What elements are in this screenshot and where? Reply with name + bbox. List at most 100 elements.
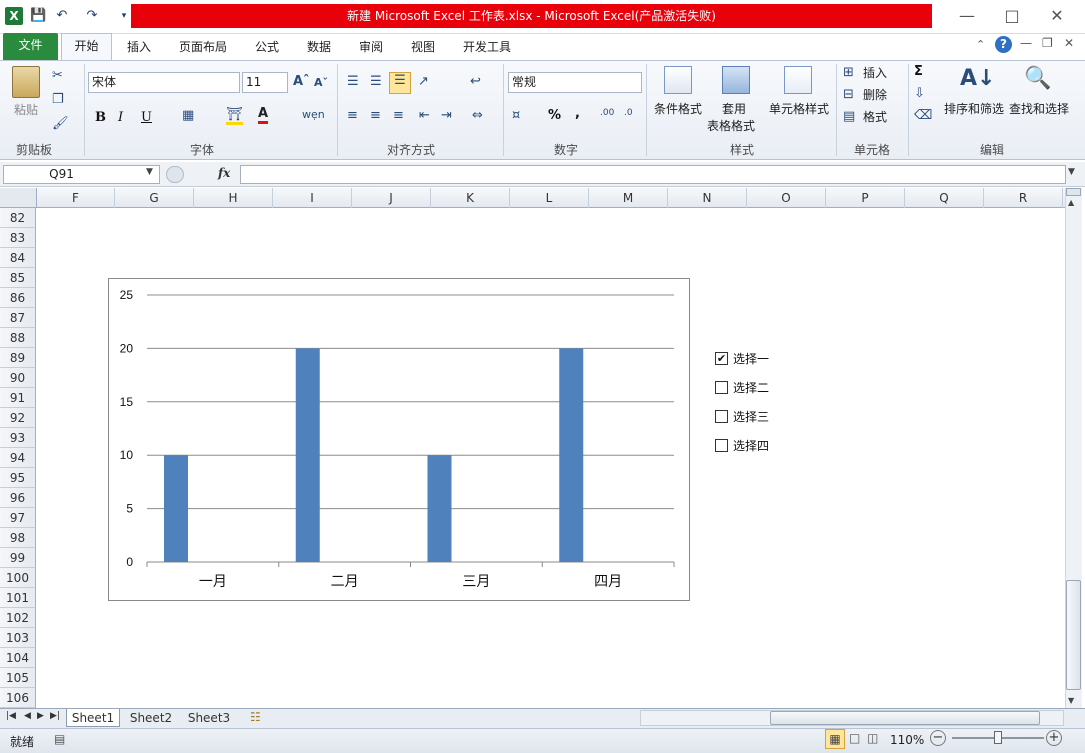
merge-center-icon[interactable]: ⇔	[472, 108, 483, 123]
formula-input[interactable]	[240, 165, 1066, 184]
clear-icon[interactable]: ⌫	[914, 108, 932, 123]
sheet-tab-sheet1[interactable]: Sheet1	[66, 709, 120, 727]
select-all-corner[interactable]	[0, 188, 37, 208]
checkbox-empty-icon[interactable]	[715, 438, 728, 452]
row-header[interactable]: 100	[0, 568, 36, 588]
row-header[interactable]: 96	[0, 488, 36, 508]
checkbox-option-1[interactable]: ✔ 选择一	[715, 350, 769, 366]
percent-button[interactable]: %	[548, 108, 561, 123]
tab-file[interactable]: 文件	[3, 33, 58, 60]
formula-splitter[interactable]	[166, 166, 184, 183]
column-header[interactable]: J	[352, 188, 431, 208]
save-icon[interactable]: 💾	[30, 8, 46, 24]
wrap-text-icon[interactable]: ↩	[470, 74, 481, 89]
redo-icon[interactable]: ↷	[84, 8, 100, 24]
conditional-format-icon[interactable]	[664, 66, 692, 94]
row-header[interactable]: 88	[0, 328, 36, 348]
tab-view[interactable]: 视图	[402, 36, 444, 60]
tab-formulas[interactable]: 公式	[246, 36, 288, 60]
sheet-nav-next-icon[interactable]: ▶	[37, 711, 44, 721]
insert-cells-button[interactable]: 插入	[863, 64, 887, 81]
row-header[interactable]: 97	[0, 508, 36, 528]
zoom-out-icon[interactable]: −	[930, 730, 946, 746]
sheet-nav-first-icon[interactable]: |◀	[6, 711, 16, 721]
row-header[interactable]: 106	[0, 688, 36, 708]
column-header[interactable]: H	[194, 188, 273, 208]
border-icon[interactable]: ▦	[182, 108, 194, 123]
orientation-icon[interactable]: ↗	[418, 74, 429, 89]
row-header[interactable]: 89	[0, 348, 36, 368]
underline-button[interactable]: U	[141, 110, 152, 125]
doc-restore-icon[interactable]: ❐	[1042, 36, 1053, 50]
row-header[interactable]: 85	[0, 268, 36, 288]
insert-cells-icon[interactable]: ⊞	[843, 65, 854, 80]
tab-developer[interactable]: 开发工具	[454, 36, 520, 60]
column-header[interactable]: R	[984, 188, 1063, 208]
cut-icon[interactable]: ✂	[52, 68, 63, 83]
copy-icon[interactable]: ❐	[52, 92, 64, 107]
page-break-view-icon[interactable]: ◫	[867, 731, 878, 745]
row-header[interactable]: 83	[0, 228, 36, 248]
excel-logo-icon[interactable]: X	[5, 7, 23, 25]
tab-data[interactable]: 数据	[298, 36, 340, 60]
conditional-format-button[interactable]: 条件格式	[654, 100, 702, 117]
customize-qat-icon[interactable]: ▾	[116, 8, 132, 24]
column-header[interactable]: Q	[905, 188, 984, 208]
sheet-nav-last-icon[interactable]: ▶|	[50, 711, 60, 721]
row-header[interactable]: 84	[0, 248, 36, 268]
align-top-icon[interactable]: ☰	[347, 74, 359, 89]
format-table-icon[interactable]	[722, 66, 750, 94]
zoom-slider-thumb[interactable]	[994, 731, 1002, 744]
row-header[interactable]: 95	[0, 468, 36, 488]
delete-cells-icon[interactable]: ⊟	[843, 87, 854, 102]
checkbox-option-4[interactable]: 选择四	[715, 437, 769, 453]
tab-insert[interactable]: 插入	[118, 36, 160, 60]
sort-filter-button[interactable]: 排序和筛选	[944, 100, 1004, 117]
name-box-dropdown-icon[interactable]: ▼	[146, 167, 153, 177]
column-header[interactable]: P	[826, 188, 905, 208]
font-size-select[interactable]: 11	[242, 72, 288, 93]
row-header[interactable]: 87	[0, 308, 36, 328]
column-header[interactable]: O	[747, 188, 826, 208]
decrease-decimal-icon[interactable]: .0	[624, 108, 633, 118]
row-header[interactable]: 93	[0, 428, 36, 448]
checkbox-option-3[interactable]: 选择三	[715, 408, 769, 424]
row-header[interactable]: 94	[0, 448, 36, 468]
fill-color-icon[interactable]: ⛩	[226, 107, 243, 125]
bold-button[interactable]: B	[95, 110, 106, 125]
cell-styles-icon[interactable]	[784, 66, 812, 94]
checkbox-empty-icon[interactable]	[715, 409, 728, 423]
new-sheet-icon[interactable]: ☷	[250, 710, 261, 724]
column-header[interactable]: L	[510, 188, 589, 208]
name-box[interactable]: Q91	[3, 165, 160, 184]
ribbon-minimize-icon[interactable]: ⌃	[976, 38, 985, 51]
fill-icon[interactable]: ⇩	[914, 86, 925, 101]
format-cells-button[interactable]: 格式	[863, 108, 887, 125]
find-select-button[interactable]: 查找和选择	[1009, 100, 1069, 117]
insert-function-icon[interactable]: fx	[218, 166, 230, 180]
sheet-tab-sheet2[interactable]: Sheet2	[124, 709, 178, 727]
formula-expand-icon[interactable]: ▼	[1068, 167, 1075, 177]
checkbox-checked-icon[interactable]: ✔	[715, 351, 728, 365]
row-header[interactable]: 92	[0, 408, 36, 428]
row-header[interactable]: 82	[0, 208, 36, 228]
checkbox-empty-icon[interactable]	[715, 380, 728, 394]
page-layout-view-icon[interactable]: □	[849, 731, 860, 745]
column-header[interactable]: G	[115, 188, 194, 208]
paste-icon[interactable]	[12, 66, 40, 98]
column-header[interactable]: K	[431, 188, 510, 208]
close-button[interactable]: ✕	[1037, 4, 1077, 28]
autosum-icon[interactable]: Σ	[914, 64, 923, 79]
align-left-icon[interactable]: ≡	[347, 108, 358, 123]
zoom-in-icon[interactable]: +	[1046, 730, 1062, 746]
checkbox-option-2[interactable]: 选择二	[715, 379, 769, 395]
decrease-indent-icon[interactable]: ⇤	[419, 108, 430, 123]
bar-chart[interactable]: 0 5 10 15 20 25 一月 二月 三月 四月	[108, 278, 690, 601]
zoom-level[interactable]: 110%	[890, 733, 924, 747]
format-painter-icon[interactable]: 🖌	[52, 116, 69, 131]
italic-button[interactable]: I	[118, 110, 123, 125]
minimize-button[interactable]: —	[947, 4, 987, 28]
scroll-up-icon[interactable]: ▲	[1068, 198, 1074, 207]
row-header[interactable]: 90	[0, 368, 36, 388]
column-header[interactable]: M	[589, 188, 668, 208]
